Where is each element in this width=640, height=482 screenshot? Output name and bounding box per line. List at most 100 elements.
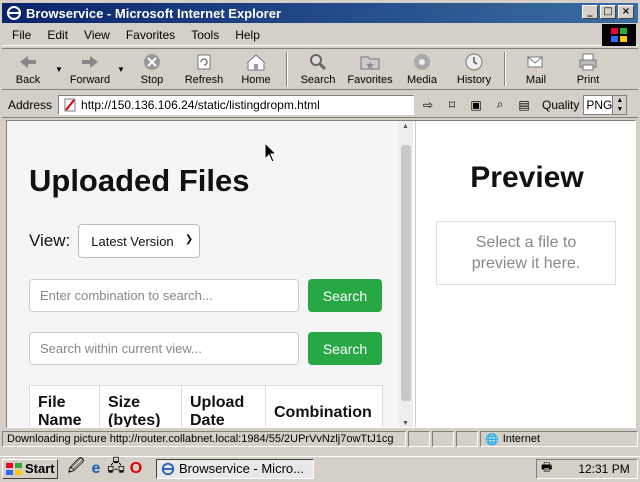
stop-button[interactable]: Stop	[126, 49, 178, 89]
windows-logo-icon	[602, 24, 636, 46]
media-icon	[411, 52, 433, 72]
menu-help[interactable]: Help	[227, 28, 268, 42]
quality-label: Quality	[542, 97, 580, 112]
address-input[interactable]: http://150.136.106.24/static/listingdrop…	[58, 94, 415, 115]
menu-edit[interactable]: Edit	[39, 28, 76, 42]
status-bar: Downloading picture http://router.collab…	[2, 430, 638, 448]
view-search-button[interactable]: Search	[308, 332, 382, 365]
history-button[interactable]: History	[448, 49, 500, 89]
favorites-button[interactable]: Favorites	[344, 49, 396, 89]
minimize-button[interactable]: _	[582, 5, 598, 19]
chevron-down-icon: ❯	[184, 234, 194, 245]
ie-logo-icon	[7, 6, 21, 20]
taskbar-item-label: Browservice - Micro...	[179, 461, 304, 476]
quality-select[interactable]: PNG ▲ ▼	[583, 94, 628, 115]
scroll-up-icon[interactable]: ▲	[402, 123, 409, 130]
zone-label: Internet	[502, 433, 541, 445]
refresh-label: Refresh	[184, 74, 224, 86]
view-search-placeholder: Search within current view...	[40, 341, 202, 356]
view-search-input[interactable]: Search within current view...	[29, 332, 299, 365]
desktop-icon[interactable]: 🖉	[67, 458, 84, 477]
print-label: Print	[576, 74, 600, 86]
mail-icon	[525, 52, 547, 72]
toolbar-separator	[504, 52, 506, 86]
search-icon	[307, 52, 329, 72]
page-title: Uploaded Files	[29, 163, 250, 198]
menu-bar: File Edit View Favorites Tools Help	[2, 24, 638, 46]
files-table: File Name Size (bytes) Upload Date Combi…	[29, 385, 383, 427]
back-dropdown[interactable]: ▼	[54, 65, 64, 74]
forward-label: Forward	[69, 74, 111, 86]
forward-dropdown[interactable]: ▼	[116, 65, 126, 74]
table-header-upload-date[interactable]: Upload Date	[182, 386, 266, 427]
vertical-scrollbar[interactable]: ▲ ▼	[399, 121, 413, 427]
scroll-down-icon[interactable]: ▼	[402, 420, 409, 427]
network-icon[interactable]: 🖧	[107, 458, 125, 477]
print-button[interactable]: Print	[562, 49, 614, 89]
preview-pane: Preview Select a file to preview it here…	[415, 121, 635, 427]
title-bar: Browservice - Microsoft Internet Explore…	[2, 3, 638, 23]
quality-spinner[interactable]: ▲ ▼	[612, 95, 627, 114]
view-label: View:	[29, 231, 71, 250]
ie-icon[interactable]: e	[88, 460, 104, 477]
menu-view[interactable]: View	[76, 28, 118, 42]
history-icon	[463, 52, 485, 72]
tray-app-icon[interactable]: 🖶	[541, 458, 552, 479]
close-button[interactable]: ×	[618, 5, 634, 19]
menu-file[interactable]: File	[2, 28, 39, 42]
start-button[interactable]: Start	[2, 458, 58, 479]
clock: 12:31 PM	[578, 461, 630, 476]
forward-button[interactable]: Forward	[64, 49, 116, 89]
history-label: History	[456, 74, 492, 86]
combination-search-placeholder: Enter combination to search...	[40, 288, 213, 303]
mail-button[interactable]: Mail	[510, 49, 562, 89]
back-button[interactable]: Back	[2, 49, 54, 89]
quick-launch: 🖉 e 🖧 O	[67, 458, 144, 477]
status-cell	[432, 431, 454, 447]
file-list-pane: Uploaded Files View: Latest Version ❯ En…	[7, 121, 403, 427]
window-title: Browservice - Microsoft Internet Explore…	[26, 5, 282, 21]
status-cell	[408, 431, 430, 447]
mail-label: Mail	[525, 74, 547, 86]
forward-arrow-icon	[79, 52, 101, 72]
save-icon[interactable]: ▣	[466, 95, 486, 115]
back-arrow-icon	[17, 52, 39, 72]
view-select[interactable]: Latest Version ❯	[78, 224, 201, 258]
table-header-file-name[interactable]: File Name	[30, 386, 100, 427]
maximize-button[interactable]: □	[600, 5, 616, 19]
start-label: Start	[25, 461, 55, 476]
opera-icon[interactable]: O	[128, 460, 144, 477]
combination-search-button[interactable]: Search	[308, 279, 382, 312]
preview-placeholder: Select a file to preview it here.	[436, 221, 616, 285]
scroll-thumb[interactable]	[401, 145, 411, 401]
system-tray: 🖶 12:31 PM	[536, 458, 638, 479]
page-error-icon	[64, 98, 76, 111]
combination-search-input[interactable]: Enter combination to search...	[29, 279, 299, 312]
home-button[interactable]: Home	[230, 49, 282, 89]
table-header-size[interactable]: Size (bytes)	[100, 386, 182, 427]
find-icon[interactable]: ⌕	[490, 95, 510, 115]
table-header-combination[interactable]: Combination	[266, 386, 382, 427]
status-text-panel: Downloading picture http://router.collab…	[2, 431, 406, 447]
clipboard-icon[interactable]: ▤	[514, 95, 534, 115]
globe-icon: 🌐	[485, 433, 499, 446]
refresh-button[interactable]: Refresh	[178, 49, 230, 89]
stop-label: Stop	[140, 74, 164, 86]
home-icon	[245, 52, 267, 72]
menu-tools[interactable]: Tools	[183, 28, 227, 42]
windows-flag-icon	[6, 462, 22, 475]
quality-value: PNG	[586, 97, 613, 112]
go-arrow-icon[interactable]: ⇨	[418, 95, 438, 115]
taskbar: Start 🖉 e 🖧 O Browservice - Micro... 🖶 1…	[0, 456, 640, 480]
search-label: Search	[300, 74, 336, 86]
view-selected: Latest Version	[91, 233, 174, 249]
search-button[interactable]: Search	[292, 49, 344, 89]
menu-favorites[interactable]: Favorites	[118, 28, 183, 42]
home-label: Home	[241, 74, 271, 86]
status-text: Downloading picture http://router.collab…	[7, 433, 394, 445]
bookmark-icon[interactable]: ⌑	[442, 95, 462, 115]
address-bar: Address http://150.136.106.24/static/lis…	[2, 92, 638, 118]
media-button[interactable]: Media	[396, 49, 448, 89]
print-icon	[577, 52, 599, 72]
taskbar-item-browservice[interactable]: Browservice - Micro...	[156, 458, 314, 479]
